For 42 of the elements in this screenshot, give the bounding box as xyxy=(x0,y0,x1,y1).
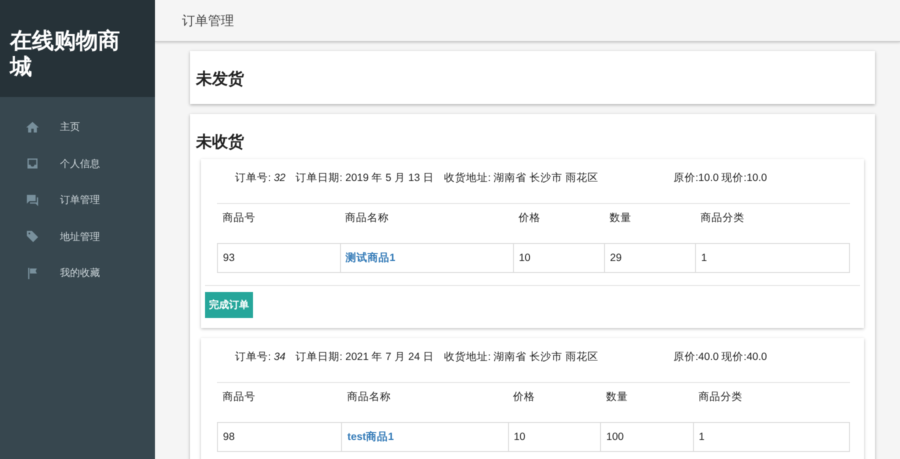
sidebar-item[interactable]: 地址管理 xyxy=(0,218,155,255)
order-price: 原价:40.0 现价:40.0 xyxy=(673,350,767,364)
table-cell: 1 xyxy=(696,244,850,272)
table-cell: 10 xyxy=(508,422,601,452)
order-address: 收货地址: 湖南省 长沙市 雨花区 xyxy=(444,350,599,364)
column-header: 商品分类 xyxy=(693,383,850,422)
app-title: 在线购物商城 xyxy=(10,28,120,79)
table-cell: 93 xyxy=(218,244,340,272)
sidebar-item[interactable]: 主页 xyxy=(0,109,155,146)
chat-icon xyxy=(25,192,40,208)
product-link[interactable]: 测试商品1 xyxy=(346,252,396,264)
column-header: 数量 xyxy=(604,204,696,244)
sidebar-item[interactable]: 我的收藏 xyxy=(0,255,155,292)
table-cell: 98 xyxy=(218,422,342,452)
flag-icon xyxy=(25,266,40,281)
table-cell: 1 xyxy=(693,422,850,452)
column-header: 商品号 xyxy=(218,383,342,422)
column-header: 商品名称 xyxy=(342,383,508,422)
column-header: 商品号 xyxy=(218,204,340,244)
table-cell: 100 xyxy=(600,422,694,452)
tag-icon xyxy=(25,229,40,244)
column-header: 价格 xyxy=(513,204,604,244)
section-title: 未发货 xyxy=(196,70,245,90)
product-link[interactable]: test商品1 xyxy=(347,431,394,443)
sidebar-item[interactable]: 订单管理 xyxy=(0,182,155,218)
column-header: 商品名称 xyxy=(340,204,514,244)
column-header: 价格 xyxy=(508,383,601,422)
order-date: 订单日期: 2019 年 5 月 13 日 xyxy=(296,171,434,185)
column-header: 商品分类 xyxy=(696,204,850,244)
table-cell: 29 xyxy=(604,244,696,272)
order-price: 原价:10.0 现价:10.0 xyxy=(673,171,767,185)
order-number: 订单号: 34 xyxy=(235,350,286,364)
section-title: 未收货 xyxy=(196,132,245,153)
inbox-icon xyxy=(25,156,40,172)
page-title: 订单管理 xyxy=(182,12,234,30)
home-icon xyxy=(25,120,40,135)
order-number: 订单号: 32 xyxy=(235,171,286,185)
column-header: 数量 xyxy=(600,383,694,422)
table-cell: 10 xyxy=(513,244,604,272)
order-date: 订单日期: 2021 年 7 月 24 日 xyxy=(296,350,434,364)
sidebar-item[interactable]: 个人信息 xyxy=(0,146,155,182)
order-address: 收货地址: 湖南省 长沙市 雨花区 xyxy=(444,171,599,185)
